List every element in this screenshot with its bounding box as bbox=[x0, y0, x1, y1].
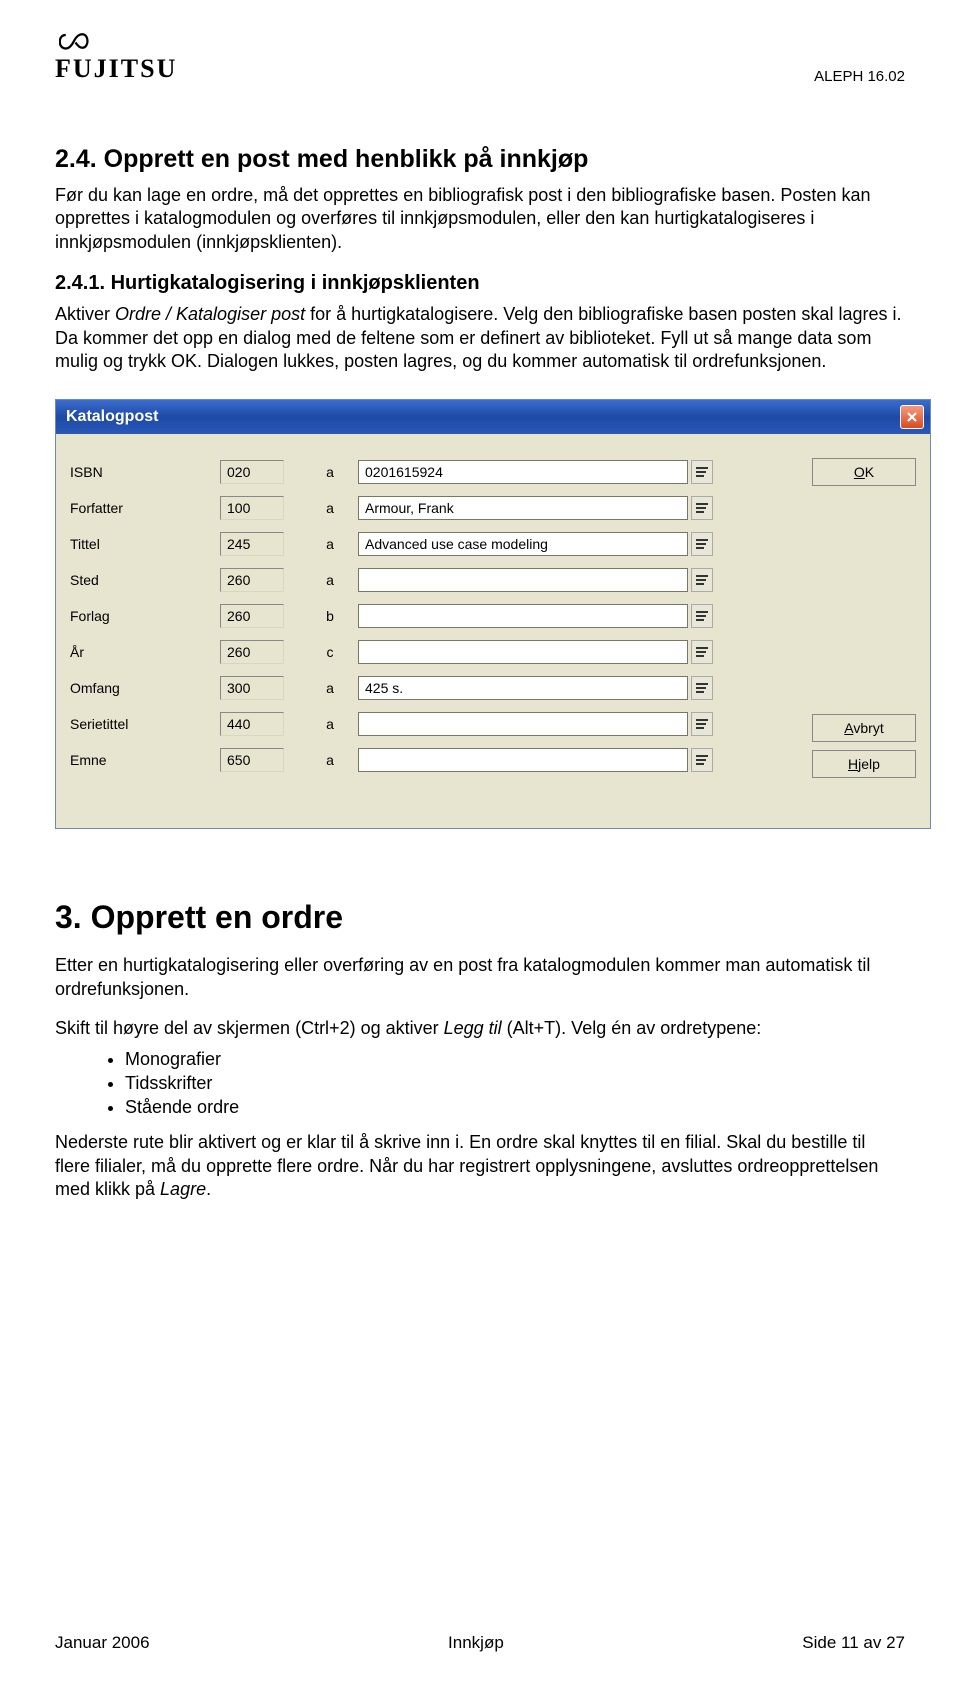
help-button[interactable]: Hjelp bbox=[812, 750, 916, 778]
page-header: FUJITSU ALEPH 16.02 bbox=[55, 30, 905, 85]
subfield-input[interactable] bbox=[316, 460, 344, 484]
form-row-isbn: ISBN bbox=[70, 454, 796, 490]
close-icon bbox=[906, 411, 918, 423]
ordre-type-list: MonografierTidsskrifterStående ordre bbox=[125, 1047, 905, 1120]
list-popup-button[interactable] bbox=[691, 496, 713, 520]
subfield-input[interactable] bbox=[316, 604, 344, 628]
subfield-input[interactable] bbox=[316, 748, 344, 772]
dialog-title: Katalogpost bbox=[66, 408, 158, 426]
ok-button[interactable]: OK bbox=[812, 458, 916, 486]
footer-center: Innkjøp bbox=[448, 1633, 504, 1653]
list-icon bbox=[696, 502, 708, 514]
value-input[interactable] bbox=[358, 568, 688, 592]
form-row-sted: Sted bbox=[70, 562, 796, 598]
dialog-body: ISBN Forfatter Tittel Sted Forlag År Omfang Ser… bbox=[56, 434, 930, 828]
list-icon bbox=[696, 718, 708, 730]
list-icon bbox=[696, 682, 708, 694]
marc-tag-input[interactable] bbox=[220, 532, 284, 556]
form-row-tittel: Tittel bbox=[70, 526, 796, 562]
form-row-forfatter: Forfatter bbox=[70, 490, 796, 526]
infinity-icon bbox=[59, 30, 89, 52]
section-3-p1: Etter en hurtigkatalogisering eller over… bbox=[55, 954, 905, 1001]
list-popup-button[interactable] bbox=[691, 460, 713, 484]
list-item: Tidsskrifter bbox=[125, 1071, 905, 1095]
value-input[interactable] bbox=[358, 604, 688, 628]
form-area: ISBN Forfatter Tittel Sted Forlag År Omfang Ser… bbox=[70, 454, 796, 778]
marc-tag-input[interactable] bbox=[220, 712, 284, 736]
value-input[interactable] bbox=[358, 748, 688, 772]
list-popup-button[interactable] bbox=[691, 568, 713, 592]
close-button[interactable] bbox=[900, 405, 924, 429]
field-label: Omfang bbox=[70, 680, 220, 696]
list-popup-button[interactable] bbox=[691, 604, 713, 628]
marc-tag-input[interactable] bbox=[220, 748, 284, 772]
form-row-år: År bbox=[70, 634, 796, 670]
section-3-p2: Skift til høyre del av skjermen (Ctrl+2)… bbox=[55, 1017, 905, 1040]
list-icon bbox=[696, 574, 708, 586]
page-footer: Januar 2006 Innkjøp Side 11 av 27 bbox=[55, 1633, 905, 1653]
list-icon bbox=[696, 754, 708, 766]
list-icon bbox=[696, 538, 708, 550]
section-2-4-1-title: 2.4.1. Hurtigkatalogisering i innkjøpskl… bbox=[55, 272, 905, 295]
value-input[interactable] bbox=[358, 676, 688, 700]
form-row-emne: Emne bbox=[70, 742, 796, 778]
footer-right: Side 11 av 27 bbox=[802, 1633, 905, 1653]
value-input[interactable] bbox=[358, 496, 688, 520]
value-input[interactable] bbox=[358, 532, 688, 556]
section-2-4-title: 2.4. Opprett en post med henblikk på inn… bbox=[55, 145, 905, 174]
subfield-input[interactable] bbox=[316, 496, 344, 520]
form-row-serietittel: Serietittel bbox=[70, 706, 796, 742]
subfield-input[interactable] bbox=[316, 712, 344, 736]
field-label: Serietittel bbox=[70, 716, 220, 732]
subfield-input[interactable] bbox=[316, 640, 344, 664]
field-label: Emne bbox=[70, 752, 220, 768]
value-input[interactable] bbox=[358, 712, 688, 736]
marc-tag-input[interactable] bbox=[220, 568, 284, 592]
field-label: År bbox=[70, 644, 220, 660]
field-label: ISBN bbox=[70, 464, 220, 480]
list-icon bbox=[696, 646, 708, 658]
field-label: Sted bbox=[70, 572, 220, 588]
section-3-p3: Nederste rute blir aktivert og er klar t… bbox=[55, 1131, 905, 1201]
subfield-input[interactable] bbox=[316, 568, 344, 592]
doc-code: ALEPH 16.02 bbox=[814, 68, 905, 85]
list-item: Stående ordre bbox=[125, 1095, 905, 1119]
list-popup-button[interactable] bbox=[691, 712, 713, 736]
footer-left: Januar 2006 bbox=[55, 1633, 150, 1653]
dialog-titlebar[interactable]: Katalogpost bbox=[56, 400, 930, 434]
list-popup-button[interactable] bbox=[691, 532, 713, 556]
section-2-4-1-para: Aktiver Ordre / Katalogiser post for å h… bbox=[55, 303, 905, 373]
list-icon bbox=[696, 610, 708, 622]
fujitsu-logo: FUJITSU bbox=[55, 30, 177, 84]
form-row-omfang: Omfang bbox=[70, 670, 796, 706]
list-popup-button[interactable] bbox=[691, 748, 713, 772]
value-input[interactable] bbox=[358, 640, 688, 664]
list-popup-button[interactable] bbox=[691, 676, 713, 700]
marc-tag-input[interactable] bbox=[220, 496, 284, 520]
marc-tag-input[interactable] bbox=[220, 640, 284, 664]
marc-tag-input[interactable] bbox=[220, 604, 284, 628]
marc-tag-input[interactable] bbox=[220, 676, 284, 700]
section-2-4-para: Før du kan lage en ordre, må det opprett… bbox=[55, 184, 905, 254]
section-3-title: 3. Opprett en ordre bbox=[55, 899, 905, 936]
marc-tag-input[interactable] bbox=[220, 460, 284, 484]
page-content: FUJITSU ALEPH 16.02 2.4. Opprett en post… bbox=[0, 0, 960, 1226]
logo-text: FUJITSU bbox=[55, 54, 177, 84]
dialog-button-column: OK Avbryt Hjelp bbox=[796, 454, 916, 778]
subfield-input[interactable] bbox=[316, 532, 344, 556]
list-item: Monografier bbox=[125, 1047, 905, 1071]
field-label: Tittel bbox=[70, 536, 220, 552]
value-input[interactable] bbox=[358, 460, 688, 484]
cancel-button[interactable]: Avbryt bbox=[812, 714, 916, 742]
subfield-input[interactable] bbox=[316, 676, 344, 700]
field-label: Forfatter bbox=[70, 500, 220, 516]
list-icon bbox=[696, 466, 708, 478]
katalogpost-dialog: Katalogpost ISBN Forfatter Tittel Sted Forla… bbox=[55, 399, 931, 829]
form-row-forlag: Forlag bbox=[70, 598, 796, 634]
list-popup-button[interactable] bbox=[691, 640, 713, 664]
field-label: Forlag bbox=[70, 608, 220, 624]
